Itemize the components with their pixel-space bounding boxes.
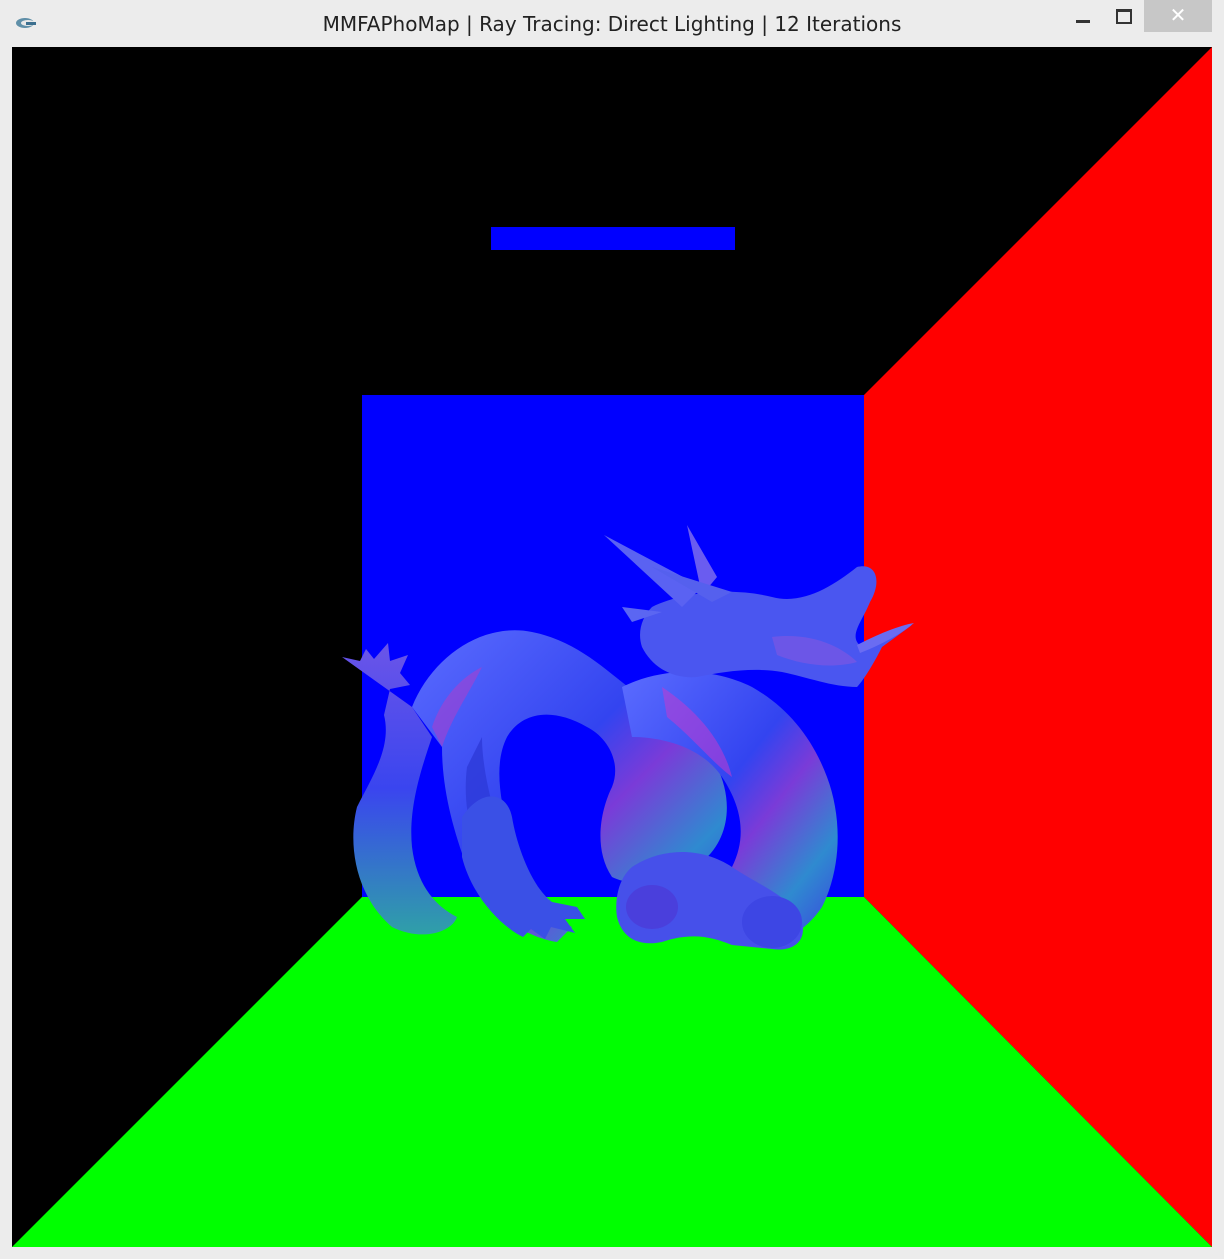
close-icon: ✕ bbox=[1169, 3, 1187, 27]
app-window: MMFAPhoMap | Ray Tracing: Direct Lightin… bbox=[0, 0, 1224, 1259]
maximize-icon bbox=[1116, 9, 1132, 24]
window-title: MMFAPhoMap | Ray Tracing: Direct Lightin… bbox=[322, 12, 902, 36]
minimize-button[interactable] bbox=[1068, 0, 1102, 32]
minimize-icon bbox=[1076, 20, 1090, 23]
close-button[interactable]: ✕ bbox=[1144, 0, 1212, 32]
ceiling-light bbox=[491, 227, 735, 250]
rendered-scene bbox=[12, 47, 1212, 1247]
maximize-button[interactable] bbox=[1104, 0, 1142, 32]
render-viewport[interactable] bbox=[12, 47, 1212, 1247]
title-bar[interactable]: MMFAPhoMap | Ray Tracing: Direct Lightin… bbox=[0, 0, 1224, 46]
